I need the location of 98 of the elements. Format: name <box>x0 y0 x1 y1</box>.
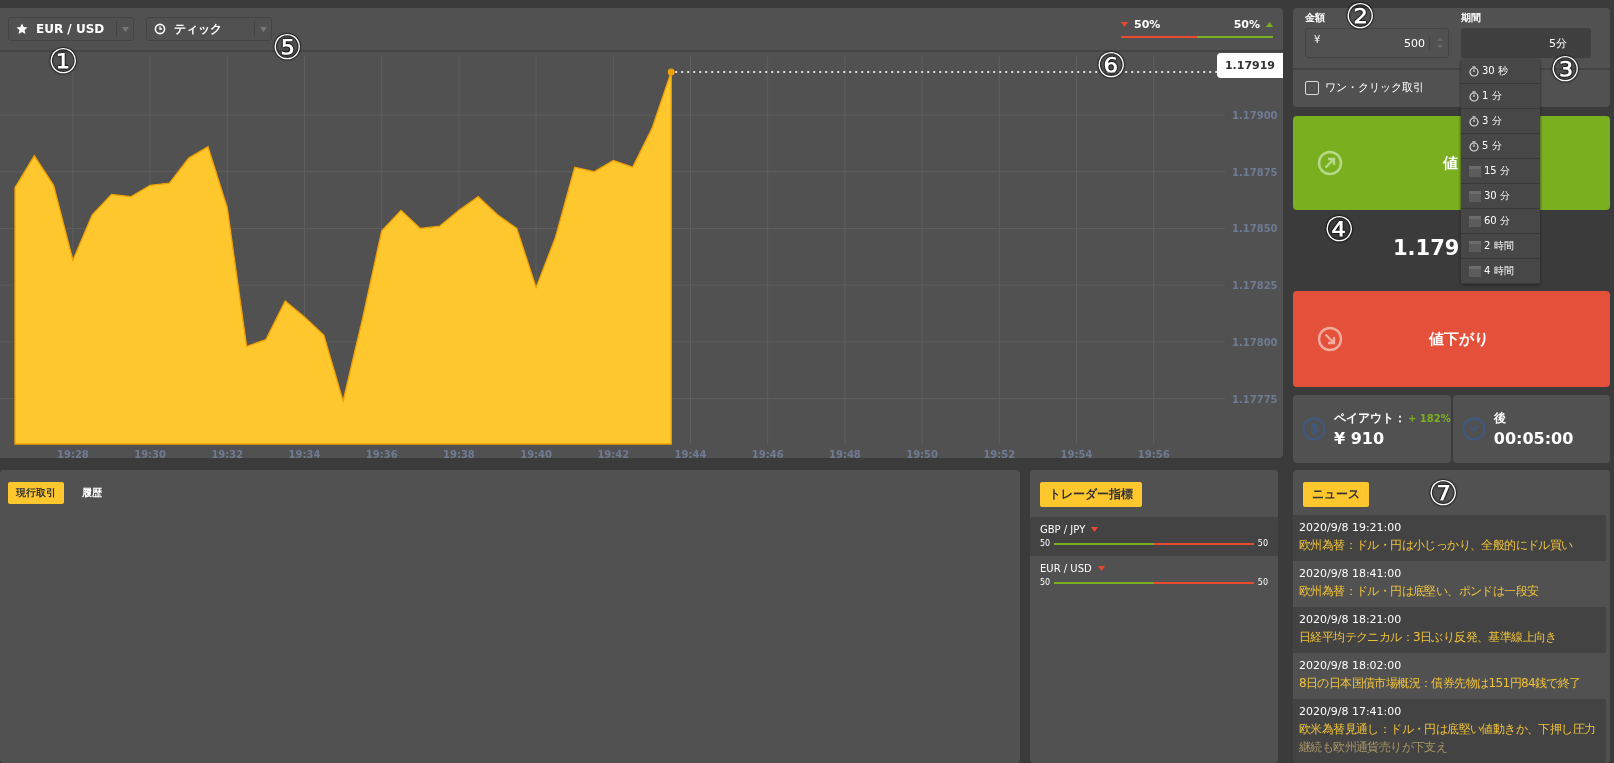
x-axis-label: 19:42 <box>597 449 630 458</box>
stopwatch-icon <box>1469 140 1479 152</box>
y-axis-label: 1.17800 <box>1232 336 1278 348</box>
news-time: 2020/9/8 18:02:00 <box>1299 659 1403 672</box>
period-option[interactable]: 30 秒 <box>1461 59 1540 84</box>
trades-tab[interactable]: 履歴 <box>74 482 110 504</box>
callout-number: ④ <box>1324 212 1355 246</box>
down-triangle-icon <box>1121 22 1128 27</box>
one-click-label: ワン・クリック取引 <box>1325 80 1424 95</box>
panel-title: トレーダー指標 <box>1040 482 1142 507</box>
sell-percent: 50% <box>1134 18 1161 31</box>
y-axis-label: 1.17900 <box>1232 110 1278 121</box>
period-option[interactable]: 5 分 <box>1461 134 1540 159</box>
x-axis-label: 19:46 <box>751 449 784 458</box>
stopwatch-icon <box>1469 65 1479 77</box>
x-axis-label: 19:50 <box>906 449 938 458</box>
news-headline: 欧州為替：ドル・円は小じっかり、全般的にドル買い <box>1299 537 1574 554</box>
period-option[interactable]: 60 分 <box>1461 209 1540 234</box>
checkbox[interactable] <box>1305 80 1319 95</box>
panel-title: ニュース <box>1303 482 1369 507</box>
period-option[interactable]: 4 時間 <box>1461 259 1540 284</box>
callout-number: ⑥ <box>1096 48 1127 82</box>
pair-row[interactable]: EUR / USD 50 50 <box>1030 556 1278 595</box>
news-time: 2020/9/8 18:41:00 <box>1299 567 1403 580</box>
pair-name: EUR / USD <box>1040 563 1092 574</box>
stopwatch-icon <box>1469 90 1479 102</box>
star-icon <box>16 23 28 35</box>
news-headline: 欧州為替：ドル・円は底堅い、ポンドは一段安 <box>1299 583 1540 600</box>
x-axis-label: 19:30 <box>134 449 166 458</box>
news-time: 2020/9/8 17:41:00 <box>1299 705 1403 718</box>
caret-icon <box>259 26 267 32</box>
x-axis-label: 19:28 <box>57 449 89 458</box>
x-axis-label: 19:36 <box>365 449 398 458</box>
x-axis-label: 19:34 <box>288 449 321 458</box>
payout-amount: ¥ 910 <box>1334 429 1386 448</box>
y-axis-label: 1.17825 <box>1232 280 1278 292</box>
x-axis-label: 19:56 <box>1137 449 1170 458</box>
amount-field[interactable]: ¥ 500 <box>1305 28 1449 58</box>
news-item[interactable]: 2020/9/8 17:41:00 欧米為替見通し：ドル・円は底堅い値動きか、下押し圧力 継続も欧州通貨売りが下支え <box>1293 699 1606 763</box>
dollar-icon <box>1302 417 1326 441</box>
calendar-icon <box>1469 265 1481 277</box>
period-option[interactable]: 1 分 <box>1461 84 1540 109</box>
period-label: 期間 <box>1461 12 1482 24</box>
news-item[interactable]: 2020/9/8 18:41:00 欧州為替：ドル・円は底堅い、ポンドは一段安 <box>1293 561 1606 607</box>
expiry-time: 00:05:00 <box>1493 429 1574 448</box>
callout-number: ⑤ <box>272 30 303 64</box>
stopwatch-icon <box>1469 115 1479 127</box>
calendar-icon <box>1469 215 1481 227</box>
calendar-icon <box>1469 240 1481 252</box>
buy-count: 50 <box>1040 578 1051 587</box>
amount-label: 金額 <box>1305 12 1326 24</box>
put-button[interactable]: 値下がり <box>1293 291 1610 387</box>
symbol-label: EUR / USD <box>36 22 106 36</box>
pair-row[interactable]: GBP / JPY 50 50 <box>1030 517 1278 556</box>
news-time: 2020/9/8 18:21:00 <box>1299 613 1403 626</box>
news-headline: 8日の日本国債市場概況：債券先物は151円84銭で終了 <box>1299 675 1582 692</box>
y-axis-label: 1.17875 <box>1232 166 1278 178</box>
strike-price: 1.179 <box>1393 235 1460 260</box>
news-time: 2020/9/8 19:21:00 <box>1299 521 1403 534</box>
y-axis-label: 1.17850 <box>1232 223 1278 235</box>
y-axis-label: 1.17775 <box>1232 393 1278 405</box>
caret-icon <box>121 26 129 32</box>
sell-count: 50 <box>1257 539 1268 548</box>
buy-count: 50 <box>1040 539 1051 548</box>
trades-tab[interactable]: 現行取引 <box>8 482 64 504</box>
period-option[interactable]: 30 分 <box>1461 184 1540 209</box>
callout-number: ① <box>48 44 79 78</box>
buy-percent: 50% <box>1233 18 1260 31</box>
news-item[interactable]: 2020/9/8 19:21:00 欧州為替：ドル・円は小じっかり、全般的にドル買い <box>1293 515 1606 561</box>
expiry-label: 後 <box>1493 410 1506 427</box>
payout-rate: + 182% <box>1408 413 1451 424</box>
up-triangle-icon <box>1266 22 1273 27</box>
news-headline: 日経平均テクニカル：3日ぶり反発、基準線上向き <box>1299 629 1558 646</box>
last-price-dot <box>667 68 675 76</box>
x-axis-label: 19:54 <box>1060 449 1093 458</box>
x-axis-label: 19:52 <box>983 449 1016 458</box>
pair-name: GBP / JPY <box>1040 524 1086 535</box>
current-price-label: 1.17919 <box>1216 52 1283 78</box>
news-headline: 継続も欧州通貨売りが下支え <box>1299 739 1449 756</box>
x-axis-label: 19:48 <box>829 449 861 458</box>
news-item[interactable]: 2020/9/8 18:02:00 8日の日本国債市場概況：債券先物は151円84銭で終了 <box>1293 653 1606 699</box>
sell-count: 50 <box>1257 578 1268 587</box>
period-option[interactable]: 15 分 <box>1461 159 1540 184</box>
x-axis-label: 19:32 <box>211 449 244 458</box>
payout-label: ペイアウト： <box>1334 410 1406 427</box>
x-axis-label: 19:44 <box>674 449 707 458</box>
period-option[interactable]: 3 分 <box>1461 109 1540 134</box>
chart-type-select[interactable]: ティック <box>146 17 272 41</box>
calendar-icon <box>1469 190 1481 202</box>
news-headline: 欧米為替見通し：ドル・円は底堅い値動きか、下押し圧力 <box>1299 721 1597 738</box>
calendar-icon <box>1469 165 1481 177</box>
news-item[interactable]: 2020/9/8 18:21:00 日経平均テクニカル：3日ぶり反発、基準線上向き <box>1293 607 1606 653</box>
x-axis-label: 19:38 <box>443 449 475 458</box>
period-option[interactable]: 2 時間 <box>1461 234 1540 259</box>
symbol-select[interactable]: EUR / USD <box>8 17 134 41</box>
chart-type-label: ティック <box>174 20 223 38</box>
callout-number: ⑦ <box>1428 476 1459 510</box>
x-axis-label: 19:40 <box>520 449 552 458</box>
